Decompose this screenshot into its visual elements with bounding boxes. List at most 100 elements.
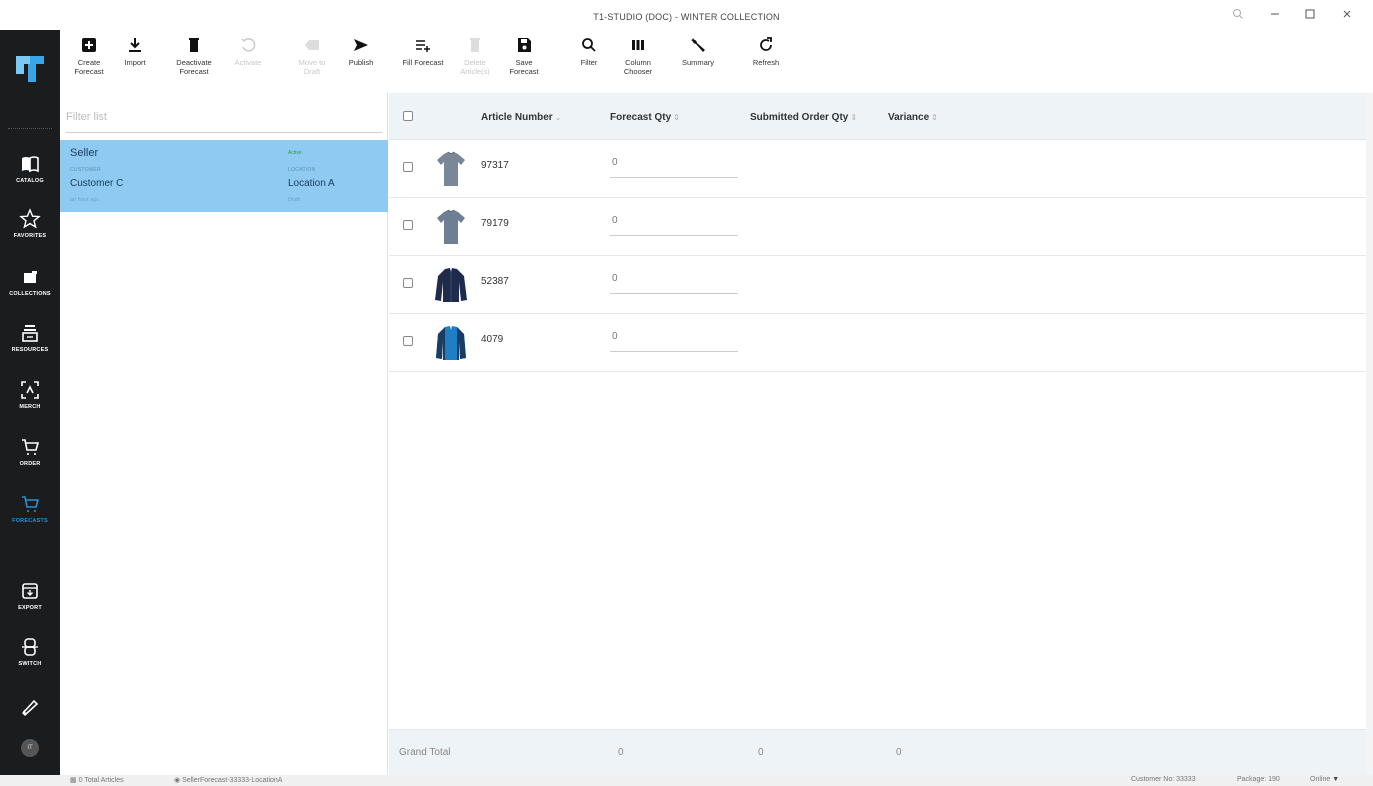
deactivate-forecast-button[interactable]: Deactivate Forecast: [174, 36, 214, 76]
article-number: 4079: [481, 334, 504, 345]
nav-resources[interactable]: RESOURCES: [0, 322, 60, 372]
nav-label: RESOURCES: [11, 347, 49, 353]
articles-grid: Article Number ⌄ Forecast Qty ⇕ Submitted …: [389, 93, 1366, 775]
chevron-down-icon: ⌄: [554, 113, 562, 122]
summary-button[interactable]: Summary: [680, 36, 716, 67]
forecast-qty-input[interactable]: 0: [610, 215, 738, 236]
trash-icon: [185, 36, 203, 54]
column-forecast-qty[interactable]: Forecast Qty ⇕: [610, 112, 680, 123]
save-icon: [515, 36, 533, 54]
refresh-button[interactable]: Refresh: [750, 36, 782, 67]
nav-order[interactable]: ORDER: [0, 436, 60, 486]
send-icon: [352, 36, 370, 54]
megaphone-icon: [19, 696, 41, 718]
filter-list-input[interactable]: Filter list: [66, 107, 382, 133]
wifi-icon: ▼: [1332, 776, 1340, 783]
table-row[interactable]: 52387 0: [389, 256, 1366, 314]
nav-forecasts[interactable]: FORECASTS: [0, 493, 60, 543]
variance-total: 0: [896, 747, 902, 758]
zoom-icon[interactable]: [1228, 8, 1248, 24]
activate-button[interactable]: Activate: [230, 36, 266, 67]
download-icon: [126, 36, 144, 54]
row-checkbox[interactable]: [403, 220, 413, 230]
book-icon: [19, 153, 41, 175]
grid-footer: Grand Total 0 0 0: [389, 729, 1366, 775]
scrollbar[interactable]: [1366, 93, 1373, 775]
nav-merch[interactable]: MERCH: [0, 379, 60, 429]
grid-icon: ▦: [70, 777, 77, 784]
column-chooser-button[interactable]: Column Chooser: [620, 36, 656, 76]
app-logo-icon: [12, 50, 48, 86]
cart-icon: [19, 493, 41, 515]
column-variance[interactable]: Variance ⇕: [888, 112, 938, 123]
toolbar: Create Forecast Import Deactivate Foreca…: [60, 30, 1373, 93]
create-forecast-button[interactable]: Create Forecast: [74, 36, 104, 76]
wrench-icon: [689, 36, 707, 54]
move-to-draft-button[interactable]: Move to Draft: [294, 36, 330, 76]
nav-label: FAVORITES: [13, 233, 47, 239]
nav-switch[interactable]: SWITCH: [0, 636, 60, 686]
nav-collections[interactable]: COLLECTIONS: [0, 266, 60, 316]
list-item-title: Seller: [70, 147, 99, 159]
list-item[interactable]: Seller Active CUSTOMER Customer C LOCATI…: [60, 140, 388, 212]
filter-button[interactable]: Filter: [576, 36, 602, 67]
customer-number: Customer No: 33333: [1131, 776, 1196, 783]
nav-export[interactable]: EXPORT: [0, 580, 60, 630]
close-icon[interactable]: [1337, 8, 1357, 24]
location-caption: LOCATION: [288, 167, 316, 173]
row-checkbox[interactable]: [403, 162, 413, 172]
forecast-name: ◉ SellerForecast-33333-LocationA: [174, 777, 283, 784]
nav-label: FORECASTS: [12, 518, 48, 524]
nav-label: ORDER: [19, 461, 41, 467]
save-forecast-button[interactable]: Save Forecast: [506, 36, 542, 76]
state-label: Draft: [288, 197, 300, 203]
row-checkbox[interactable]: [403, 278, 413, 288]
nav-favorites[interactable]: FAVORITES: [0, 208, 60, 258]
table-row[interactable]: 97317 0: [389, 140, 1366, 198]
publish-button[interactable]: Publish: [344, 36, 378, 67]
fill-forecast-button[interactable]: Fill Forecast: [400, 36, 446, 67]
row-checkbox[interactable]: [403, 336, 413, 346]
columns-icon: [629, 36, 647, 54]
search-icon: [580, 36, 598, 54]
forecast-total: 0: [618, 747, 624, 758]
forecast-list-panel: Filter list Seller Active CUSTOMER Custo…: [60, 93, 388, 775]
table-row[interactable]: 4079 0: [389, 314, 1366, 372]
list-add-icon: [414, 36, 432, 54]
minimize-icon[interactable]: [1265, 8, 1285, 24]
select-all-checkbox[interactable]: [403, 111, 413, 121]
maximize-icon[interactable]: [1300, 8, 1320, 24]
delete-articles-button[interactable]: Delete Article(s): [454, 36, 496, 76]
forecast-qty-input[interactable]: 0: [610, 157, 738, 178]
stack-icon: [19, 322, 41, 344]
total-articles: ▦ 0 Total Articles: [70, 777, 124, 784]
folder-icon: [19, 266, 41, 288]
tshirt-thumbnail: [433, 208, 469, 246]
status-badge: Active: [288, 150, 302, 156]
left-nav: CATALOG FAVORITES COLLECTIONS RESOURCES …: [0, 30, 60, 775]
nav-label: EXPORT: [18, 605, 42, 611]
online-status: Online ▼: [1310, 776, 1340, 783]
tag-icon: [303, 36, 321, 54]
nav-divider: [8, 128, 52, 131]
customer-value: Customer C: [70, 178, 124, 189]
window-title-bar: T1-STUDIO (DOC) - WINTER COLLECTION: [0, 0, 1373, 30]
article-number: 79179: [481, 218, 509, 229]
column-article-number[interactable]: Article Number ⌄: [481, 112, 561, 123]
nav-catalog[interactable]: CATALOG: [0, 153, 60, 203]
export-icon: [19, 580, 41, 602]
sort-icon: ⇕: [673, 113, 680, 122]
jacket-thumbnail: [433, 266, 469, 304]
undo-icon: [239, 36, 257, 54]
import-button[interactable]: Import: [120, 36, 150, 67]
column-submitted-order-qty[interactable]: Submitted Order Qty ⇕: [750, 112, 857, 123]
table-row[interactable]: 79179 0: [389, 198, 1366, 256]
trash-icon: [466, 36, 484, 54]
sort-icon: ⇕: [931, 113, 938, 122]
status-bar: ▦ 0 Total Articles ◉ SellerForecast-3333…: [0, 775, 1373, 786]
forecast-qty-input[interactable]: 0: [610, 273, 738, 294]
avatar[interactable]: IT: [21, 739, 39, 757]
refresh-icon: [757, 36, 775, 54]
location-value: Location A: [288, 178, 335, 189]
forecast-qty-input[interactable]: 0: [610, 331, 738, 352]
